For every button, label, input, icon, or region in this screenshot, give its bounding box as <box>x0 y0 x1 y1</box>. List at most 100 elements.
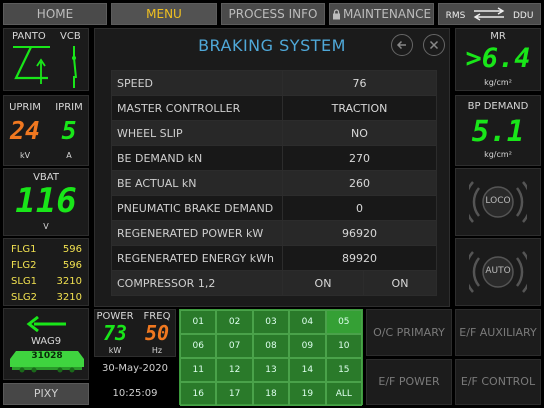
auto-button-panel: AUTO <box>455 238 541 306</box>
tab-process-info[interactable]: PROCESS INFO <box>221 3 325 25</box>
mr-panel: MR >6.4 kg/cm² <box>455 28 541 91</box>
grid-cell[interactable]: 08 <box>252 334 290 358</box>
tab-home[interactable]: HOME <box>3 3 107 25</box>
grid-cell[interactable]: 15 <box>325 358 362 382</box>
close-icon <box>429 40 439 50</box>
table-row: PNEUMATIC BRAKE DEMAND 0 <box>111 195 437 221</box>
row-label: MASTER CONTROLLER <box>111 95 283 121</box>
flags-panel: FLG1 FLG2 SLG1 SLG2 596 596 3210 3210 <box>3 238 89 306</box>
flags-values: 596 596 3210 3210 <box>57 242 82 306</box>
grid-cell[interactable]: 09 <box>289 334 326 358</box>
table-row: MASTER CONTROLLER TRACTION <box>111 95 437 121</box>
freq-value: 50 <box>144 321 170 345</box>
flag-value: 3210 <box>56 292 82 303</box>
table-row: REGENERATED ENERGY kWh 89920 <box>111 245 437 271</box>
locomotive-icon: 31028 <box>8 349 86 373</box>
row-label: WHEEL SLIP <box>111 120 283 146</box>
bp-demand-unit: kg/cm² <box>484 150 512 159</box>
row-label: REGENERATED ENERGY kWh <box>111 245 283 271</box>
pixy-button[interactable]: PIXY <box>3 383 89 405</box>
vbat-unit: V <box>43 222 49 231</box>
direction-arrow-icon <box>26 315 68 336</box>
lock-icon <box>332 6 341 26</box>
flags-names: FLG1 FLG2 SLG1 SLG2 <box>11 242 37 306</box>
ef-control-button[interactable]: E/F CONTROL <box>455 359 541 405</box>
bp-demand-panel: BP DEMAND 5.1 kg/cm² <box>455 95 541 166</box>
grid-cell[interactable]: 14 <box>289 358 326 382</box>
grid-cell[interactable]: ALL <box>325 382 362 406</box>
swap-arrows-icon <box>472 7 506 27</box>
panto-vcb-panel: PANTO VCB <box>3 28 89 91</box>
power-unit: kW <box>108 346 122 355</box>
row-label: BE ACTUAL kN <box>111 170 283 196</box>
flag-value: 3210 <box>56 276 82 287</box>
row-value: NO <box>282 120 437 146</box>
grid-cell[interactable]: 06 <box>180 334 217 358</box>
grid-cell[interactable]: 13 <box>252 358 290 382</box>
loco-button-label: LOCO <box>485 196 511 206</box>
table-row: BE DEMAND kN 270 <box>111 145 437 171</box>
row-value: 89920 <box>282 245 437 271</box>
date-display: 30-May-2020 <box>102 363 168 374</box>
mr-label: MR <box>490 31 506 42</box>
flag-value: 596 <box>62 244 82 255</box>
uprim-unit: kV <box>19 151 31 160</box>
panto-label: PANTO <box>12 31 46 42</box>
row-label: SPEED <box>111 70 283 96</box>
loco-class-label: WAG9 <box>30 336 62 347</box>
vcb-switch-icon <box>62 44 84 94</box>
oc-primary-button[interactable]: O/C PRIMARY <box>366 309 452 356</box>
row-value: 96920 <box>282 220 437 246</box>
grid-cell[interactable]: 02 <box>216 310 253 334</box>
uprim-value: 24 <box>9 116 41 145</box>
braking-data-table: SPEED 76 MASTER CONTROLLER TRACTION WHEEL … <box>111 70 437 296</box>
vcb-label: VCB <box>60 31 81 42</box>
tab-maintenance[interactable]: MAINTENANCE <box>329 3 434 25</box>
grid-cell[interactable]: 16 <box>180 382 217 406</box>
grid-cell[interactable]: 07 <box>216 334 253 358</box>
rms-label: RMS <box>445 11 466 21</box>
row-value: TRACTION <box>282 95 437 121</box>
grid-cell[interactable]: 12 <box>216 358 253 382</box>
table-row: BE ACTUAL kN 260 <box>111 170 437 196</box>
grid-cell[interactable]: 04 <box>289 310 326 334</box>
grid-cell[interactable]: 17 <box>216 382 253 406</box>
bp-demand-label: BP DEMAND <box>467 101 529 112</box>
row-value: 76 <box>282 70 437 96</box>
grid-cell[interactable]: 19 <box>289 382 326 406</box>
bp-demand-value: 5.1 <box>471 114 525 148</box>
grid-cell[interactable]: 05 <box>325 310 362 334</box>
table-row: REGENERATED POWER kW 96920 <box>111 220 437 246</box>
vbat-panel: VBAT 116 V <box>3 168 89 236</box>
tab-menu[interactable]: MENU <box>111 3 217 25</box>
loco-number: 31028 <box>31 351 63 361</box>
flag-name: SLG2 <box>11 292 38 303</box>
auto-button[interactable]: AUTO <box>469 246 527 298</box>
table-row: WHEEL SLIP NO <box>111 120 437 146</box>
grid-cell[interactable]: 01 <box>180 310 217 334</box>
uprim-iprim-panel: UPRIM IPRIM 24 5 kV A <box>3 95 89 166</box>
grid-cell[interactable]: 18 <box>252 382 290 406</box>
arrow-left-icon <box>396 40 406 50</box>
table-row: COMPRESSOR 1,2 ON ON <box>111 270 437 296</box>
grid-cell[interactable]: 10 <box>325 334 362 358</box>
ef-power-button[interactable]: E/F POWER <box>366 359 452 405</box>
row-label: PNEUMATIC BRAKE DEMAND <box>111 195 283 221</box>
ef-auxiliary-button[interactable]: E/F AUXILIARY <box>455 309 541 356</box>
iprim-label: IPRIM <box>55 102 83 113</box>
rms-ddu-toggle[interactable]: RMS DDU <box>438 3 541 25</box>
back-button[interactable] <box>391 34 413 56</box>
iprim-value: 5 <box>61 116 77 145</box>
close-button[interactable] <box>423 34 445 56</box>
loco-button[interactable]: LOCO <box>469 176 527 228</box>
row-value: 270 <box>282 145 437 171</box>
grid-cell[interactable]: 03 <box>252 310 290 334</box>
loco-button-panel: LOCO <box>455 168 541 236</box>
flag-name: FLG2 <box>11 260 37 271</box>
power-freq-panel: POWER FREQ 73 50 kW Hz <box>94 309 176 357</box>
compressor-label: COMPRESSOR 1,2 <box>111 270 283 296</box>
auto-button-label: AUTO <box>485 266 511 276</box>
grid-cell[interactable]: 11 <box>180 358 217 382</box>
row-value: 260 <box>282 170 437 196</box>
number-grid: 01 02 03 04 05 06 07 08 09 10 11 12 13 1… <box>179 309 363 406</box>
